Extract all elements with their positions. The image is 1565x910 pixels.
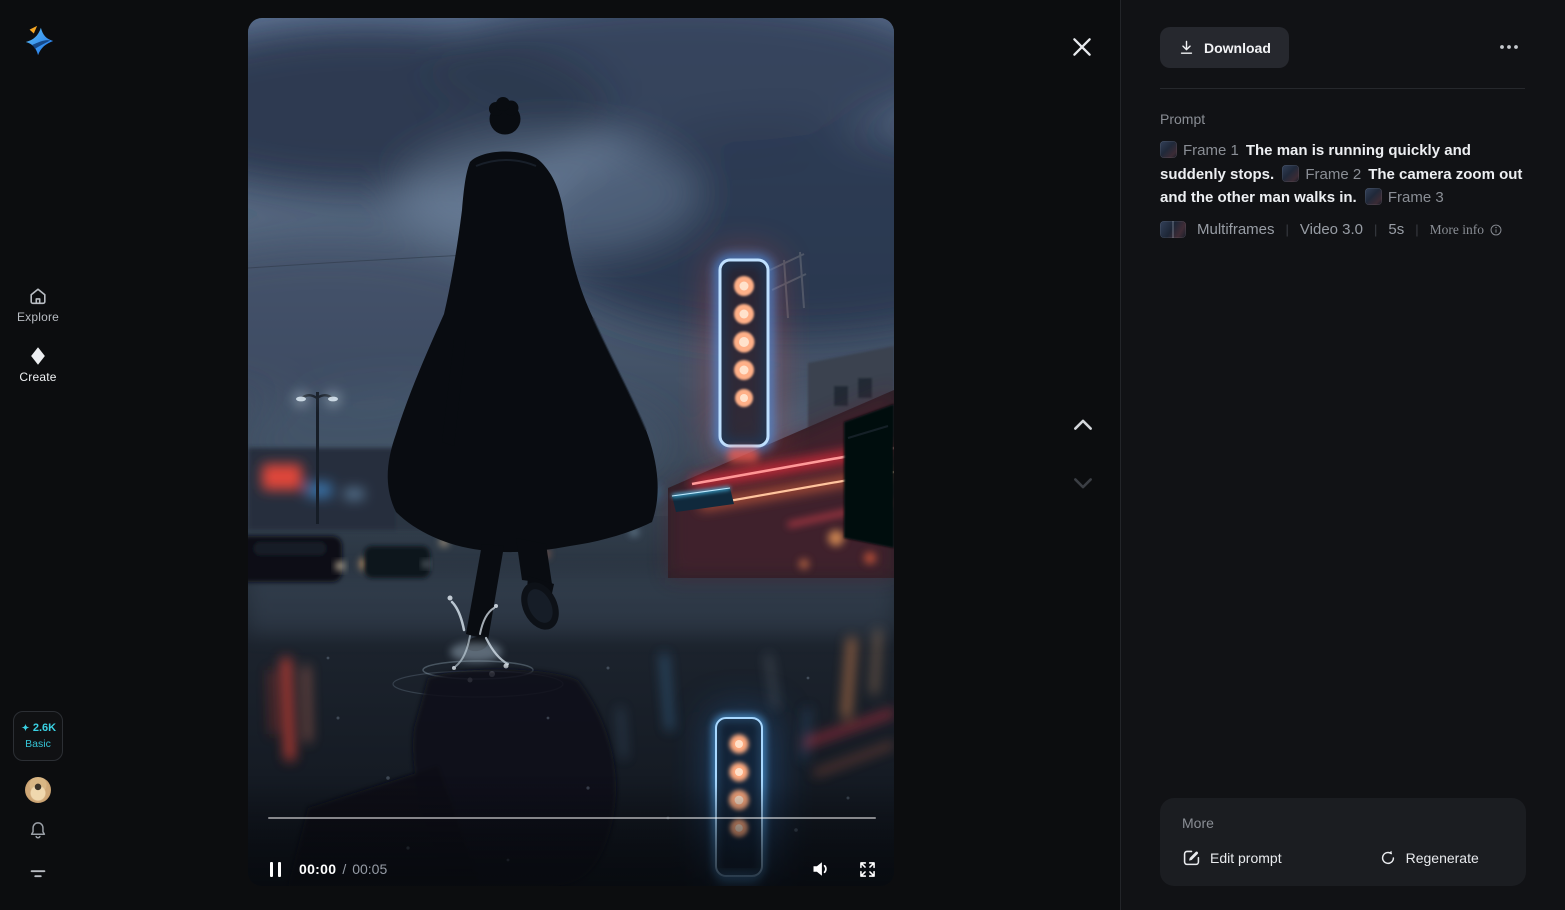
edit-icon xyxy=(1183,850,1200,866)
notifications-button[interactable] xyxy=(27,819,49,846)
frame-3-tag: Frame 3 xyxy=(1387,189,1444,206)
app-logo-icon[interactable] xyxy=(22,24,56,58)
close-button[interactable] xyxy=(1070,35,1096,61)
chevron-down-icon xyxy=(1074,478,1092,489)
stage: Explore Create 2.6K Basic 00:00 / 00:05 xyxy=(0,0,1121,910)
diamond-icon xyxy=(31,347,45,365)
sidebar-item-explore[interactable]: Explore xyxy=(8,285,68,324)
frame-2-thumbnail[interactable] xyxy=(1282,164,1300,182)
prompt-text: Frame 1 The man is running quickly and su… xyxy=(1160,139,1528,210)
pause-button[interactable] xyxy=(268,858,283,881)
ellipsis-icon xyxy=(1500,45,1518,49)
more-actions-panel: More Edit prompt Regenerate xyxy=(1160,798,1526,886)
more-info-link[interactable]: More info xyxy=(1430,222,1503,238)
sidebar-item-label: Create xyxy=(19,370,57,384)
video-frame-art xyxy=(248,18,894,886)
duration-label: 5s xyxy=(1388,221,1405,238)
frame-3-thumbnail[interactable] xyxy=(1364,188,1382,205)
download-icon xyxy=(1180,40,1193,54)
mode-label: Multiframes xyxy=(1197,221,1275,238)
regenerate-button[interactable]: Regenerate xyxy=(1379,849,1479,867)
user-avatar[interactable] xyxy=(25,777,51,803)
time-total: 00:05 xyxy=(352,861,388,877)
more-panel-title: More xyxy=(1182,815,1214,831)
time-separator: / xyxy=(342,861,347,877)
home-icon xyxy=(30,288,46,305)
download-button[interactable]: Download xyxy=(1160,27,1289,68)
download-label: Download xyxy=(1204,39,1271,56)
previous-item-button[interactable] xyxy=(1070,412,1096,438)
more-info-label: More info xyxy=(1429,221,1485,237)
meta-separator: | xyxy=(1374,222,1378,237)
meta-separator: | xyxy=(1415,222,1419,237)
sidebar-item-create[interactable]: Create xyxy=(8,345,68,384)
frame-1-thumbnail[interactable] xyxy=(1160,141,1177,158)
credits-badge[interactable]: 2.6K Basic xyxy=(13,711,63,761)
prompt-label: Prompt xyxy=(1160,111,1206,127)
sidebar-item-label: Explore xyxy=(16,310,60,324)
multiframes-thumbnail xyxy=(1160,221,1186,238)
regenerate-label: Regenerate xyxy=(1405,849,1479,866)
meta-separator: | xyxy=(1285,222,1289,237)
edit-prompt-button[interactable]: Edit prompt xyxy=(1182,848,1282,867)
generation-meta: Multiframes | Video 3.0 | 5s | More info xyxy=(1160,221,1503,238)
chevron-up-icon xyxy=(1074,419,1092,430)
more-menu-button[interactable] xyxy=(27,862,49,889)
more-options-button[interactable] xyxy=(1497,37,1521,57)
menu-icon xyxy=(30,870,46,878)
plan-label: Basic xyxy=(25,738,51,750)
time-current: 00:00 xyxy=(299,861,337,877)
time-display: 00:00 / 00:05 xyxy=(299,861,387,877)
frame-2-tag: Frame 2 xyxy=(1305,165,1362,183)
frame-1-tag: Frame 1 xyxy=(1183,142,1239,159)
sparkle-icon xyxy=(21,723,30,731)
fullscreen-button[interactable] xyxy=(857,859,878,880)
credits-amount: 2.6K xyxy=(32,722,57,734)
model-label: Video 3.0 xyxy=(1299,221,1364,238)
divider xyxy=(1160,88,1525,89)
bell-icon xyxy=(30,822,46,839)
seek-bar[interactable] xyxy=(268,817,876,819)
close-icon xyxy=(1073,38,1091,56)
info-icon xyxy=(1490,224,1502,235)
volume-icon xyxy=(813,862,827,876)
video-player[interactable]: 00:00 / 00:05 xyxy=(248,18,894,886)
regenerate-icon xyxy=(1381,850,1394,864)
next-item-button[interactable] xyxy=(1070,470,1096,496)
details-panel: Download Prompt Frame 1 The man is runnin… xyxy=(1122,0,1565,910)
fullscreen-icon xyxy=(860,861,875,877)
player-controls: 00:00 / 00:05 xyxy=(268,854,878,884)
edit-prompt-label: Edit prompt xyxy=(1210,849,1282,866)
volume-button[interactable] xyxy=(809,857,833,881)
